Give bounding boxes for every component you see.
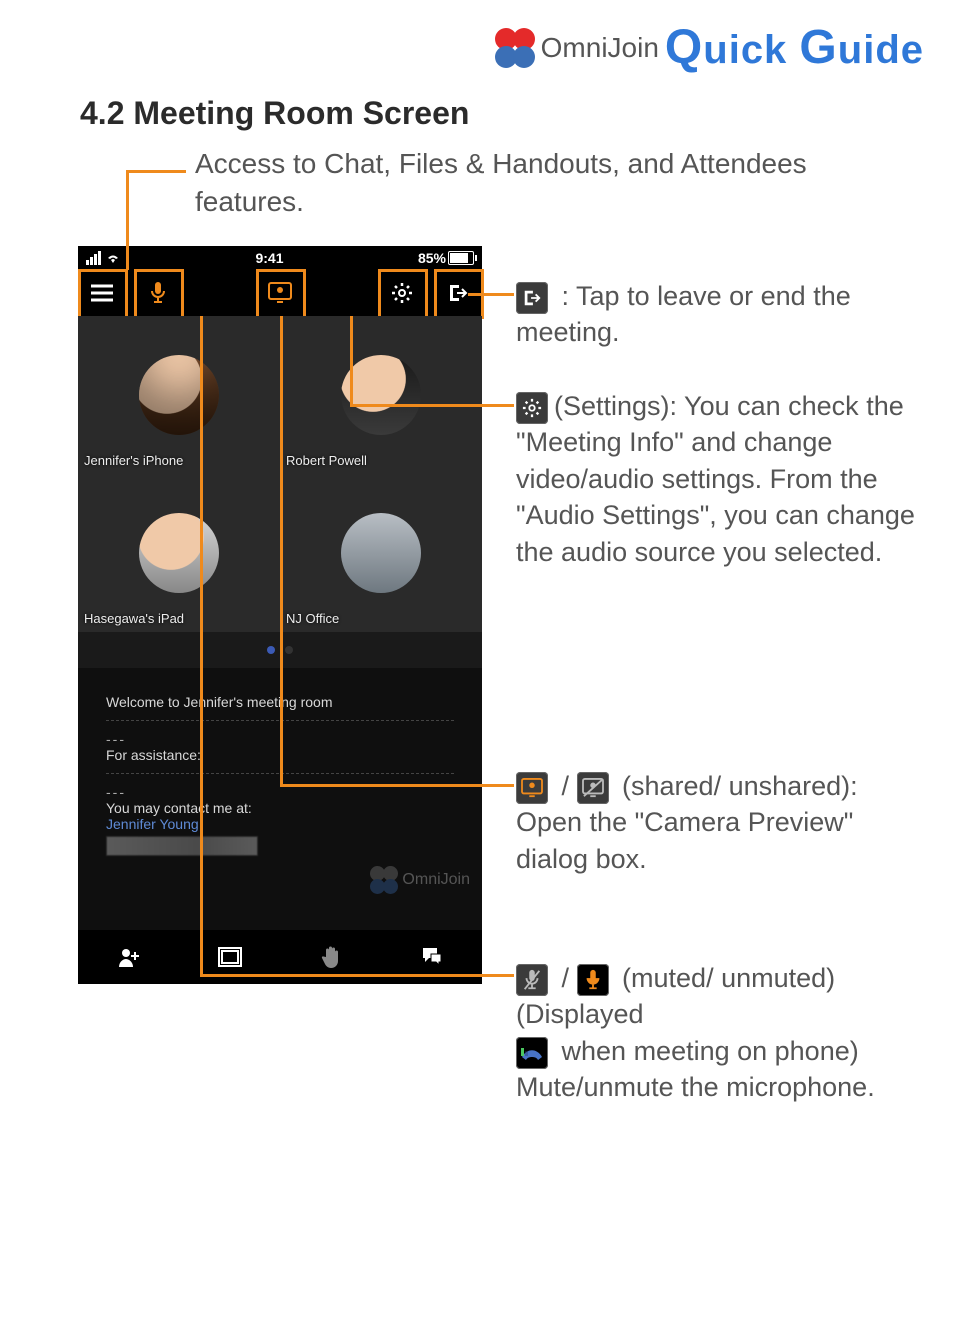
watermark: OmniJoin (370, 866, 470, 894)
app-toolbar (78, 270, 482, 316)
status-bar: 9:41 85% (78, 246, 482, 270)
mic-unmuted-icon (577, 964, 609, 996)
layout-icon[interactable] (217, 944, 243, 970)
page-dot-active (267, 646, 275, 654)
callout-line (200, 316, 203, 976)
phone-audio-icon (516, 1037, 548, 1069)
menu-button[interactable] (88, 279, 116, 307)
callout-line (126, 170, 186, 173)
add-attendee-icon[interactable] (116, 944, 142, 970)
callout-line (200, 974, 514, 977)
camera-preview-button[interactable] (266, 279, 294, 307)
annotation-mic: / (muted/ unmuted) (Displayed when meeti… (516, 960, 920, 1106)
camera-shared-icon (516, 772, 548, 804)
annotation-settings: (Settings): You can check the "Meeting I… (516, 388, 920, 570)
mic-toggle-button[interactable] (144, 279, 172, 307)
chat-message: ---You may contact me at:Jennifer Young (106, 774, 454, 866)
callout-line (280, 316, 283, 786)
guide-title: Quick Guide (665, 20, 924, 75)
section-title: 4.2 Meeting Room Screen (80, 95, 469, 132)
video-tile[interactable]: Jennifer's iPhone (78, 316, 280, 474)
doc-header: OmniJoin Quick Guide (495, 20, 924, 75)
exit-icon (516, 282, 548, 314)
callout-line (350, 316, 353, 406)
page-dot (285, 646, 293, 654)
annotation-camera: / (shared/ unshared): Open the "Camera P… (516, 768, 920, 877)
access-description: Access to Chat, Files & Handouts, and At… (195, 145, 835, 221)
camera-unshared-icon (577, 772, 609, 804)
callout-line (126, 170, 129, 270)
annotation-leave: : Tap to leave or end the meeting. (516, 278, 920, 351)
gear-icon (516, 392, 548, 424)
wifi-icon (105, 252, 121, 264)
callout-line (280, 784, 514, 787)
callout-line (468, 293, 514, 296)
video-tile[interactable]: Hasegawa's iPad (78, 474, 280, 632)
chat-icon[interactable] (419, 944, 445, 970)
mic-muted-icon (516, 964, 548, 996)
settings-button[interactable] (388, 279, 416, 307)
omnijoin-logo-icon (495, 28, 535, 68)
attachment-thumb (106, 836, 258, 856)
video-tile[interactable]: NJ Office (280, 474, 482, 632)
video-tile[interactable]: Robert Powell (280, 316, 482, 474)
callout-line (350, 404, 514, 407)
signal-icon (86, 251, 101, 265)
battery-icon: 85% (418, 250, 474, 266)
product-name: OmniJoin (541, 32, 659, 64)
hand-icon[interactable] (318, 944, 344, 970)
clock: 9:41 (255, 250, 283, 266)
